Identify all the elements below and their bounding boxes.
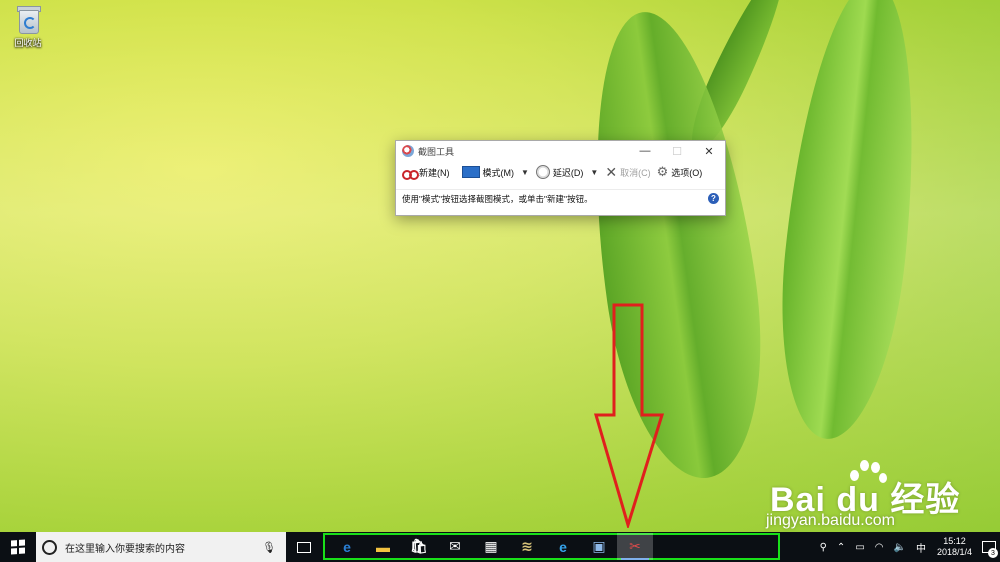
taskbar-app-internet-explorer[interactable]: e [545,533,581,560]
options-button-label: 选项(O) [671,167,703,178]
taskbar-search-box[interactable]: 在这里输入你要搜索的内容 🎙 [36,532,286,562]
gear-icon: ⚙ [656,164,669,179]
cancel-x-icon: ✕ [605,164,618,180]
cancel-button[interactable]: ✕ 取消(C) [602,162,653,182]
delay-dropdown-arrow-icon[interactable]: ▼ [586,168,602,177]
taskbar-app-file-explorer[interactable]: ▬ [365,533,401,560]
search-placeholder: 在这里输入你要搜索的内容 [65,543,185,555]
delay-button-label: 延迟(D) [552,167,584,178]
scissors-icon [402,166,419,180]
options-button[interactable]: ⚙ 选项(O) [654,162,706,182]
cancel-button-label: 取消(C) [620,167,651,178]
mode-button[interactable]: 模式(M) [459,162,518,182]
help-icon[interactable]: ? [708,193,719,204]
snipping-tool-icon [402,145,414,157]
clock-time: 15:12 [943,536,966,546]
task-view-icon [297,541,311,553]
microphone-icon[interactable]: 🎙 [262,541,276,554]
desktop-icon-label: 回收站 [14,38,42,48]
minimize-button[interactable]: — [629,141,661,161]
taskbar: 在这里输入你要搜索的内容 🎙 e ▬ 🛍 ✉ ▦ ≋ e ▣ ✂ ⚲ ⌃ ▭ ◠ 🔈 中 15:… [0,532,1000,562]
start-button[interactable] [0,532,36,562]
action-center-button[interactable]: 3 [978,532,1000,562]
status-text: 使用"模式"按钮选择截图模式，或单击"新建"按钮。 [402,194,593,204]
taskbar-app-edge[interactable]: e [329,533,365,560]
desktop-icon-recycle-bin[interactable]: 回收站 [6,4,50,49]
system-tray: ⚲ ⌃ ▭ ◠ 🔈 中 15:12 2018/1/4 3 [815,532,1000,562]
delay-button[interactable]: 延迟(D) [533,162,587,182]
maximize-button[interactable]: ☐ [661,141,693,161]
recycle-bin-icon [15,4,41,34]
chevron-up-icon[interactable]: ⌃ [832,542,850,553]
windows-logo-icon [11,539,25,555]
pinned-apps-highlight: e ▬ 🛍 ✉ ▦ ≋ e ▣ ✂ [323,533,780,560]
taskbar-app-mail[interactable]: ✉ [437,533,473,560]
notification-badge: 3 [988,548,998,558]
clock-date: 2018/1/4 [936,547,972,557]
mode-icon [461,166,480,178]
store-icon: 🛍 [410,538,428,554]
monitor-icon: ▣ [592,538,606,554]
taskbar-app-app[interactable]: ≋ [509,533,545,560]
window-titlebar[interactable]: 截图工具 — ☐ ✕ [396,141,725,161]
cortana-icon [42,539,57,555]
close-button[interactable]: ✕ [693,141,725,161]
snipping-tool-window: 截图工具 — ☐ ✕ 新建(N) 模式(M) ▼ 延迟(D) ▼ ✕ 取消(C)… [395,140,726,216]
mail-icon: ✉ [449,538,461,554]
task-view-button[interactable] [286,532,322,562]
status-bar: 使用"模式"按钮选择截图模式，或单击"新建"按钮。 ? [396,189,725,208]
toolbar: 新建(N) 模式(M) ▼ 延迟(D) ▼ ✕ 取消(C) ⚙ 选项(O) [396,161,725,183]
books-icon: ≋ [521,538,533,554]
taskbar-app-snipping-tool[interactable]: ✂ [617,533,653,560]
folder-icon: ▬ [376,538,390,555]
edge-icon: e [343,538,351,555]
taskbar-app-remote-desktop[interactable]: ▣ [581,533,617,560]
new-button-label: 新建(N) [419,167,450,178]
scissors-icon: ✂ [629,538,641,554]
window-title: 截图工具 [418,146,455,157]
network-icon[interactable]: ◠ [870,542,889,553]
taskbar-app-calculator[interactable]: ▦ [473,533,509,560]
ie-icon: e [559,538,567,555]
taskbar-app-store[interactable]: 🛍 [401,533,437,560]
baidu-url-text: jingyan.baidu.com [766,512,895,529]
volume-icon[interactable]: 🔈 [889,542,911,553]
input-method-indicator[interactable]: 中 [911,540,931,555]
people-icon[interactable]: ⚲ [815,542,832,553]
battery-icon[interactable]: ▭ [850,542,869,553]
baidu-watermark: Bai du 经验 jingyan.baidu.com [762,460,992,535]
new-button[interactable]: 新建(N) [399,162,453,182]
clock-icon [535,165,550,179]
mode-button-label: 模式(M) [482,167,515,178]
calculator-icon: ▦ [484,538,498,554]
clock[interactable]: 15:12 2018/1/4 [931,536,978,558]
mode-dropdown-arrow-icon[interactable]: ▼ [517,168,533,177]
red-down-arrow-annotation [594,303,664,528]
